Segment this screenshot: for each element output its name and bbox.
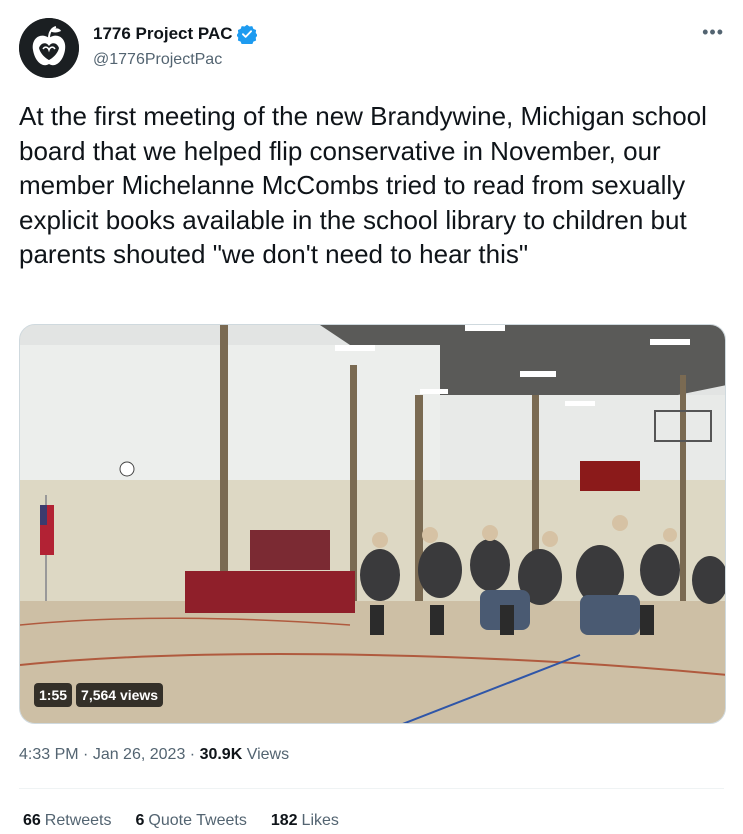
divider bbox=[19, 788, 724, 789]
tweet-meta: 4:33 PM · Jan 26, 2023 · 30.9K Views bbox=[19, 746, 289, 764]
handle[interactable]: @1776ProjectPac bbox=[93, 51, 222, 69]
tweet-header: 1776 Project PAC @1776ProjectPac ••• bbox=[19, 18, 724, 80]
views-label: Views bbox=[246, 746, 290, 763]
more-options-icon[interactable]: ••• bbox=[702, 22, 724, 43]
tweet-date[interactable]: Jan 26, 2023 bbox=[93, 746, 186, 763]
video-thumbnail bbox=[20, 325, 725, 723]
quote-tweets-link[interactable]: 6 Quote Tweets bbox=[136, 812, 247, 830]
apple-logo-icon bbox=[19, 18, 79, 78]
retweets-label: Retweets bbox=[44, 812, 112, 829]
tweet-time[interactable]: 4:33 PM bbox=[19, 746, 79, 763]
video-duration: 1:55 bbox=[34, 683, 73, 707]
verified-badge-icon bbox=[235, 24, 258, 46]
tweet-stats: 66 Retweets 6 Quote Tweets 182 Likes bbox=[23, 812, 363, 830]
likes-label: Likes bbox=[301, 812, 339, 829]
display-name[interactable]: 1776 Project PAC bbox=[93, 24, 233, 44]
quote-tweets-label: Quote Tweets bbox=[148, 812, 247, 829]
video-views: 7,564 views bbox=[76, 683, 164, 707]
meta-separator: · bbox=[185, 746, 200, 763]
meta-separator: · bbox=[78, 746, 93, 763]
likes-count: 182 bbox=[270, 812, 298, 829]
views-count: 30.9K bbox=[199, 746, 243, 763]
retweets-link[interactable]: 66 Retweets bbox=[23, 812, 112, 830]
video-badges: 1:55 7,564 views bbox=[34, 683, 164, 707]
video-player[interactable]: 1:55 7,564 views bbox=[19, 324, 726, 724]
avatar[interactable] bbox=[19, 18, 79, 78]
retweets-count: 66 bbox=[23, 812, 41, 829]
quote-tweets-count: 6 bbox=[135, 812, 145, 829]
likes-link[interactable]: 182 Likes bbox=[271, 812, 339, 830]
tweet-text: At the first meeting of the new Brandywi… bbox=[19, 101, 707, 269]
name-row: 1776 Project PAC bbox=[93, 24, 258, 46]
